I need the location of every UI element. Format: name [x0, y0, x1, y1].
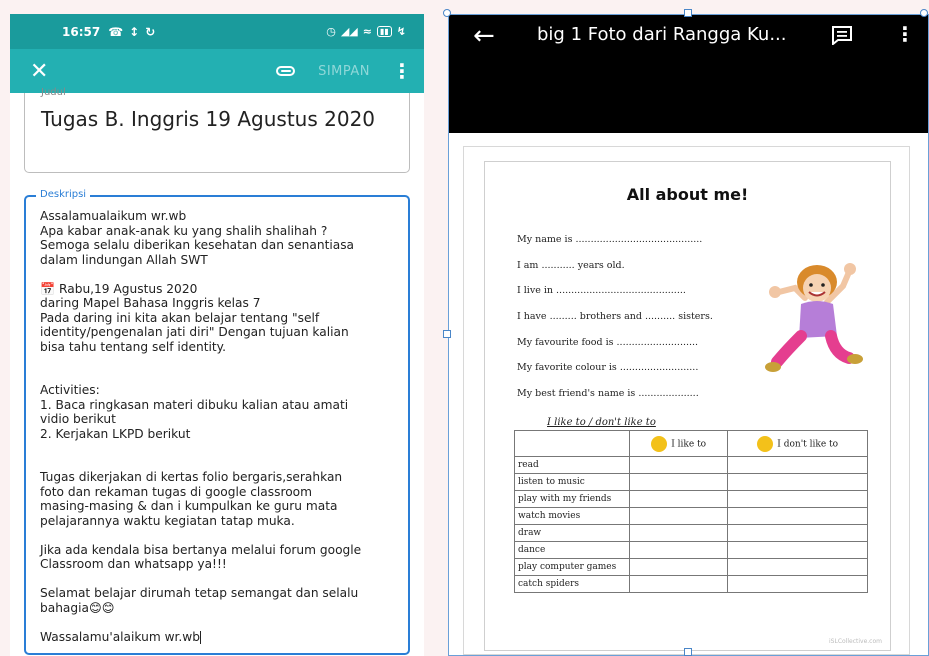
- empty-cell: [628, 575, 729, 593]
- empty-cell: [727, 490, 868, 508]
- table-header-cell: I like to: [628, 430, 729, 457]
- activity-cell: listen to music: [514, 473, 630, 491]
- table-row: play computer games: [514, 558, 868, 576]
- more-options-icon[interactable]: ⋮: [392, 59, 412, 83]
- close-icon[interactable]: ✕: [30, 59, 52, 84]
- more-options-icon[interactable]: ⋮: [895, 22, 915, 46]
- sync-icon: ↻: [145, 24, 156, 39]
- description-value[interactable]: Assalamualaikum wr.wb Apa kabar anak-ana…: [40, 209, 361, 644]
- table-row: listen to music: [514, 473, 868, 491]
- empty-cell: [628, 524, 729, 542]
- activity-cell: play computer games: [514, 558, 630, 576]
- happy-face-icon: [651, 435, 668, 452]
- worksheet-title: All about me!: [626, 185, 749, 204]
- likes-table: I like to I don't like to read listen to…: [514, 430, 868, 593]
- resize-handle[interactable]: [684, 648, 692, 656]
- worksheet-page: All about me! My name is ...............…: [484, 161, 891, 651]
- table-row: draw: [514, 524, 868, 542]
- empty-cell: [628, 507, 729, 525]
- battery-icon: ▮▮: [376, 26, 392, 37]
- activity-cell: read: [514, 456, 630, 474]
- activity-cell: dance: [514, 541, 630, 559]
- worksheet-image[interactable]: All about me! My name is ...............…: [463, 146, 910, 655]
- worksheet-line: My best friend's name is ...............…: [517, 388, 699, 399]
- whatsapp-icon: ☎: [108, 24, 124, 39]
- empty-cell: [628, 558, 729, 576]
- activity-cell: draw: [514, 524, 630, 542]
- table-row: read: [514, 456, 868, 474]
- attachment-icon[interactable]: [276, 65, 296, 77]
- activity-cell: catch spiders: [514, 575, 630, 593]
- status-bar: 16:57 ☎ ↕ ↻ ◷ ◢◢ ≈ ▮▮ ↯: [10, 14, 424, 49]
- table-row: watch movies: [514, 507, 868, 525]
- empty-cell: [727, 575, 868, 593]
- comment-icon[interactable]: [831, 25, 853, 49]
- table-row: dance: [514, 541, 868, 559]
- worksheet-line: My name is .............................…: [517, 234, 703, 245]
- empty-cell: [727, 473, 868, 491]
- table-header-row: I like to I don't like to: [514, 430, 868, 457]
- activity-cell: play with my friends: [514, 490, 630, 508]
- text-cursor: [200, 630, 202, 644]
- empty-cell: [727, 524, 868, 542]
- header-dislike-label: I don't like to: [777, 439, 839, 449]
- worksheet-line: My favourite food is ...................…: [517, 337, 699, 348]
- back-arrow-icon[interactable]: ←: [473, 21, 495, 51]
- jumping-girl-illustration: [765, 263, 863, 372]
- activity-cell: watch movies: [514, 507, 630, 525]
- empty-cell: [628, 473, 729, 491]
- worksheet-line: I live in ..............................…: [517, 285, 686, 296]
- description-text[interactable]: Assalamualaikum wr.wb Apa kabar anak-ana…: [40, 209, 394, 644]
- wifi-icon: ≈: [362, 25, 372, 38]
- title-field[interactable]: Judul Tugas B. Inggris 19 Agustus 2020: [24, 87, 410, 173]
- unhappy-face-icon: [757, 435, 774, 452]
- worksheet-line: I am ........... years old.: [517, 260, 625, 271]
- edit-task-screen: 16:57 ☎ ↕ ↻ ◷ ◢◢ ≈ ▮▮ ↯ ✕ SIMPAN ⋮ Judul: [10, 14, 424, 656]
- screenshot-root: 16:57 ☎ ↕ ↻ ◷ ◢◢ ≈ ▮▮ ↯ ✕ SIMPAN ⋮ Judul: [0, 0, 929, 656]
- empty-cell: [727, 507, 868, 525]
- empty-cell: [727, 456, 868, 474]
- app-bar: ✕ SIMPAN ⋮: [10, 49, 424, 93]
- resize-handle[interactable]: [443, 9, 451, 17]
- image-viewer-screen: ← big 1 Foto dari Rangga Ku... ⋮ All abo…: [448, 14, 929, 656]
- site-watermark: iSLCollective.com: [829, 638, 882, 645]
- table-header-cell: [514, 430, 630, 457]
- resize-handle[interactable]: [684, 9, 692, 17]
- save-button[interactable]: SIMPAN: [318, 64, 370, 79]
- header-like-label: I like to: [671, 439, 707, 449]
- worksheet-line: I have ......... brothers and ..........…: [517, 311, 713, 322]
- description-field-label: Deskripsi: [36, 189, 91, 200]
- worksheet-line: My favorite colour is ..................…: [517, 362, 699, 373]
- empty-cell: [628, 490, 729, 508]
- table-row: catch spiders: [514, 575, 868, 593]
- status-time: 16:57: [62, 24, 101, 39]
- viewer-title: big 1 Foto dari Rangga Ku...: [537, 24, 787, 45]
- resize-handle[interactable]: [443, 330, 451, 338]
- viewer-toolbar: ← big 1 Foto dari Rangga Ku... ⋮: [449, 15, 928, 133]
- alarm-icon: ◷: [326, 25, 336, 38]
- empty-cell: [628, 456, 729, 474]
- title-field-label: Judul: [41, 87, 66, 98]
- empty-cell: [727, 558, 868, 576]
- charging-icon: ↯: [396, 25, 406, 38]
- description-field[interactable]: Deskripsi Assalamualaikum wr.wb Apa kaba…: [24, 189, 410, 655]
- empty-cell: [727, 541, 868, 559]
- title-field-value[interactable]: Tugas B. Inggris 19 Agustus 2020: [41, 107, 393, 131]
- signal-icon: ◢◢: [340, 25, 358, 38]
- empty-cell: [628, 541, 729, 559]
- table-row: play with my friends: [514, 490, 868, 508]
- table-header-cell: I don't like to: [727, 430, 868, 457]
- usb-icon: ↕: [129, 24, 140, 39]
- resize-handle[interactable]: [920, 9, 928, 17]
- table-caption: I like to / don't like to: [547, 417, 656, 428]
